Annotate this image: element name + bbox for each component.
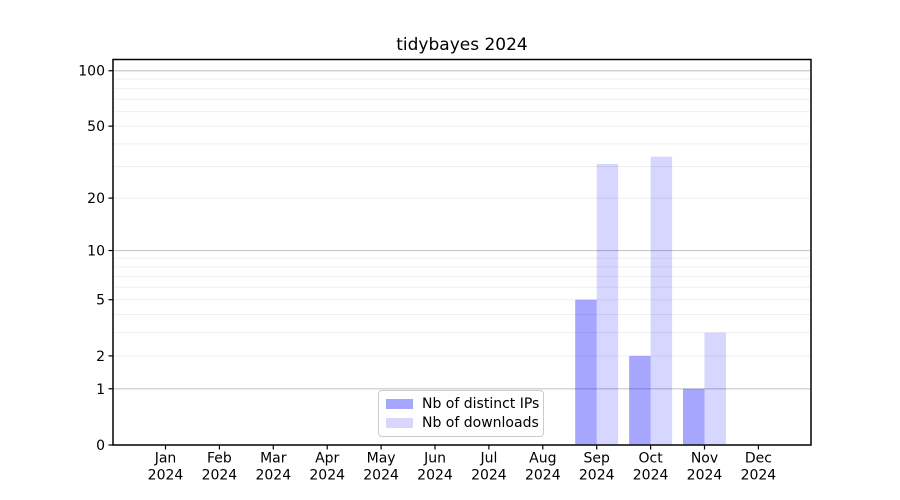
y-tick-label-0: 0: [96, 438, 105, 454]
x-tick-label-mar: Mar: [260, 451, 287, 467]
legend-swatch-downloads: [386, 418, 413, 428]
y-tick-label-10: 10: [87, 244, 105, 260]
x-tick-label-dec: Dec: [745, 451, 772, 467]
y-tick-label-50: 50: [87, 119, 105, 135]
bar-distinct-ips-oct: [629, 356, 651, 444]
bar-distinct-ips-sep: [575, 300, 597, 445]
x-tick-label-jun: Jun: [423, 451, 446, 467]
x-tick-label-sep: Sep: [584, 451, 611, 467]
x-tick-year-jun: 2024: [417, 468, 453, 484]
legend-item-distinct-ips: Nb of distinct IPs: [386, 396, 535, 412]
legend: Nb of distinct IPs Nb of downloads: [378, 390, 544, 437]
bar-downloads-oct: [651, 157, 673, 445]
x-tick-label-jan: Jan: [154, 451, 177, 467]
chart-title: tidybayes 2024: [113, 35, 811, 55]
bar-downloads-nov: [705, 333, 727, 445]
x-tick-label-apr: Apr: [315, 451, 339, 467]
x-tick-year-apr: 2024: [309, 468, 345, 484]
legend-label-distinct-ips: Nb of distinct IPs: [422, 396, 539, 412]
legend-item-downloads: Nb of downloads: [386, 415, 535, 431]
x-tick-label-jul: Jul: [479, 451, 497, 467]
bar-distinct-ips-nov: [683, 389, 705, 444]
x-tick-label-aug: Aug: [529, 451, 556, 467]
x-tick-year-nov: 2024: [687, 468, 723, 484]
x-tick-label-oct: Oct: [638, 451, 663, 467]
figure: 0125102050100Jan2024Feb2024Mar2024Apr202…: [0, 0, 900, 500]
x-tick-year-aug: 2024: [525, 468, 561, 484]
x-tick-year-jan: 2024: [148, 468, 184, 484]
x-tick-year-may: 2024: [363, 468, 399, 484]
legend-swatch-distinct-ips: [386, 399, 413, 409]
x-tick-year-feb: 2024: [202, 468, 238, 484]
x-tick-label-nov: Nov: [691, 451, 718, 467]
y-tick-label-5: 5: [96, 293, 105, 309]
x-tick-label-may: May: [367, 451, 396, 467]
x-tick-year-mar: 2024: [255, 468, 291, 484]
bar-downloads-sep: [597, 164, 619, 444]
x-tick-year-oct: 2024: [633, 468, 669, 484]
y-tick-label-100: 100: [78, 64, 105, 80]
x-tick-label-feb: Feb: [207, 451, 232, 467]
y-tick-label-20: 20: [87, 191, 105, 207]
x-tick-year-sep: 2024: [579, 468, 615, 484]
y-tick-label-2: 2: [96, 349, 105, 365]
bars-group: [575, 157, 726, 445]
y-tick-label-1: 1: [96, 382, 105, 398]
legend-label-downloads: Nb of downloads: [422, 415, 539, 431]
x-tick-year-dec: 2024: [741, 468, 777, 484]
x-tick-year-jul: 2024: [471, 468, 507, 484]
